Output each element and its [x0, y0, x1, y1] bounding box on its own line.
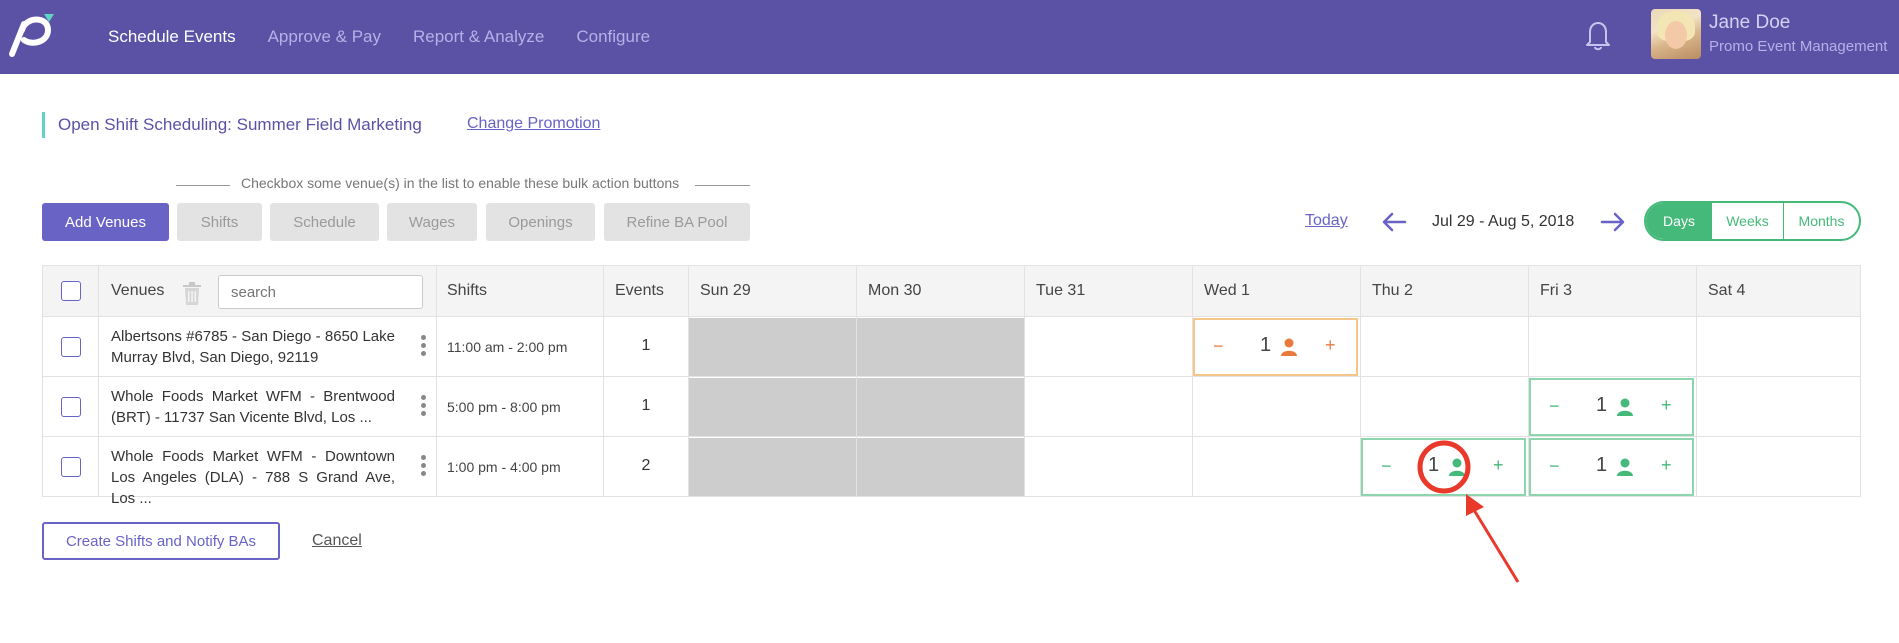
- row-menu-icon[interactable]: [421, 335, 427, 359]
- shift-time: 1:00 pm - 4:00 pm: [447, 459, 561, 475]
- shift-time: 5:00 pm - 8:00 pm: [447, 399, 561, 415]
- day-header-tue: Tue 31: [1036, 282, 1086, 299]
- cancel-link[interactable]: Cancel: [312, 532, 362, 550]
- person-icon: [1617, 458, 1633, 476]
- increase-opening-button[interactable]: +: [1661, 395, 1672, 416]
- select-all-checkbox[interactable]: [61, 281, 81, 301]
- unavailable-day-cell: [689, 438, 856, 496]
- day-header-thu: Thu 2: [1372, 282, 1413, 299]
- unavailable-day-cell: [689, 318, 856, 376]
- decrease-opening-button[interactable]: −: [1381, 456, 1392, 477]
- trash-icon[interactable]: [181, 282, 203, 306]
- user-organization: Promo Event Management: [1709, 38, 1888, 55]
- annotation-arrow-head: [1466, 494, 1484, 516]
- refine-ba-pool-button[interactable]: Refine BA Pool: [604, 203, 750, 241]
- previous-week-arrow-icon[interactable]: [1381, 210, 1407, 234]
- table-header: Venues Shifts Events Sun 29 Mon 30 Tue 3…: [43, 266, 1860, 317]
- unavailable-day-cell: [689, 378, 856, 436]
- day-header-sat: Sat 4: [1708, 282, 1746, 299]
- today-link[interactable]: Today: [1305, 212, 1348, 230]
- shifts-button[interactable]: Shifts: [177, 203, 262, 241]
- day-header-mon: Mon 30: [868, 282, 922, 299]
- opening-count: 1: [1428, 454, 1440, 476]
- opening-count: 1: [1596, 454, 1608, 476]
- top-navigation-bar: Schedule Events Approve & Pay Report & A…: [0, 0, 1899, 74]
- venue-name: Albertsons #6785 - San Diego - 8650 Lake…: [111, 328, 395, 366]
- events-header: Events: [615, 282, 664, 299]
- decrease-opening-button[interactable]: −: [1213, 336, 1224, 357]
- opening-stepper-thu2: − 1 +: [1361, 438, 1526, 496]
- date-range-label: Jul 29 - Aug 5, 2018: [1432, 213, 1575, 230]
- nav-approve-pay[interactable]: Approve & Pay: [268, 27, 381, 47]
- venue-name: Whole Foods Market WFM - Downtown Los An…: [111, 448, 395, 507]
- hint-divider-left: [176, 185, 230, 186]
- page-title: Open Shift Scheduling: Summer Field Mark…: [58, 115, 422, 134]
- row-checkbox[interactable]: [61, 397, 81, 417]
- app-logo-icon[interactable]: [4, 10, 60, 58]
- opening-stepper-fri3: − 1 +: [1529, 378, 1694, 436]
- notification-bell-icon[interactable]: [1584, 18, 1612, 52]
- opening-count: 1: [1260, 334, 1272, 356]
- user-name[interactable]: Jane Doe: [1709, 12, 1790, 34]
- shift-time: 11:00 am - 2:00 pm: [447, 339, 568, 355]
- view-days-toggle[interactable]: Days: [1646, 203, 1712, 239]
- title-accent-bar: [42, 112, 45, 138]
- hint-divider-right: [695, 185, 750, 186]
- user-avatar[interactable]: [1651, 9, 1701, 59]
- person-icon: [1281, 338, 1297, 356]
- schedule-button[interactable]: Schedule: [270, 203, 379, 241]
- next-week-arrow-icon[interactable]: [1600, 210, 1626, 234]
- wages-button[interactable]: Wages: [387, 203, 477, 241]
- schedule-table: Venues Shifts Events Sun 29 Mon 30 Tue 3…: [42, 265, 1861, 507]
- opening-stepper-wed1: − 1 +: [1193, 318, 1358, 376]
- opening-count: 1: [1596, 394, 1608, 416]
- table-row: Albertsons #6785 - San Diego - 8650 Lake…: [43, 317, 1860, 377]
- venue-name: Whole Foods Market WFM - Brentwood (BRT)…: [111, 388, 395, 426]
- view-weeks-toggle[interactable]: Weeks: [1712, 203, 1783, 239]
- person-icon: [1449, 458, 1465, 476]
- day-header-sun: Sun 29: [700, 282, 751, 299]
- unavailable-day-cell: [857, 438, 1024, 496]
- add-venues-button[interactable]: Add Venues: [42, 203, 169, 241]
- increase-opening-button[interactable]: +: [1661, 455, 1672, 476]
- bulk-action-hint: Checkbox some venue(s) in the list to en…: [241, 175, 680, 191]
- row-checkbox[interactable]: [61, 457, 81, 477]
- person-icon: [1617, 398, 1633, 416]
- nav-configure[interactable]: Configure: [576, 27, 650, 47]
- opening-stepper-fri3: − 1 +: [1529, 438, 1694, 496]
- main-nav: Schedule Events Approve & Pay Report & A…: [108, 0, 650, 74]
- view-toggle: Days Weeks Months: [1644, 201, 1861, 241]
- nav-report-analyze[interactable]: Report & Analyze: [413, 27, 544, 47]
- day-header-fri: Fri 3: [1540, 282, 1572, 299]
- venue-search-input[interactable]: [218, 275, 423, 309]
- view-months-toggle[interactable]: Months: [1783, 203, 1859, 239]
- openings-button[interactable]: Openings: [486, 203, 595, 241]
- shifts-header: Shifts: [447, 282, 488, 299]
- create-shifts-button[interactable]: Create Shifts and Notify BAs: [42, 522, 280, 560]
- increase-opening-button[interactable]: +: [1493, 455, 1504, 476]
- decrease-opening-button[interactable]: −: [1549, 456, 1560, 477]
- change-promotion-link[interactable]: Change Promotion: [467, 115, 600, 133]
- day-header-wed: Wed 1: [1204, 282, 1250, 299]
- row-menu-icon[interactable]: [421, 395, 427, 419]
- row-checkbox[interactable]: [61, 337, 81, 357]
- events-count: 1: [641, 337, 651, 354]
- venues-header: Venues: [111, 282, 165, 299]
- row-menu-icon[interactable]: [421, 455, 427, 479]
- unavailable-day-cell: [857, 378, 1024, 436]
- annotation-arrow-line: [1472, 509, 1520, 583]
- nav-schedule-events[interactable]: Schedule Events: [108, 27, 236, 47]
- decrease-opening-button[interactable]: −: [1549, 396, 1560, 417]
- unavailable-day-cell: [857, 318, 1024, 376]
- increase-opening-button[interactable]: +: [1325, 335, 1336, 356]
- events-count: 2: [641, 457, 651, 474]
- events-count: 1: [641, 397, 651, 414]
